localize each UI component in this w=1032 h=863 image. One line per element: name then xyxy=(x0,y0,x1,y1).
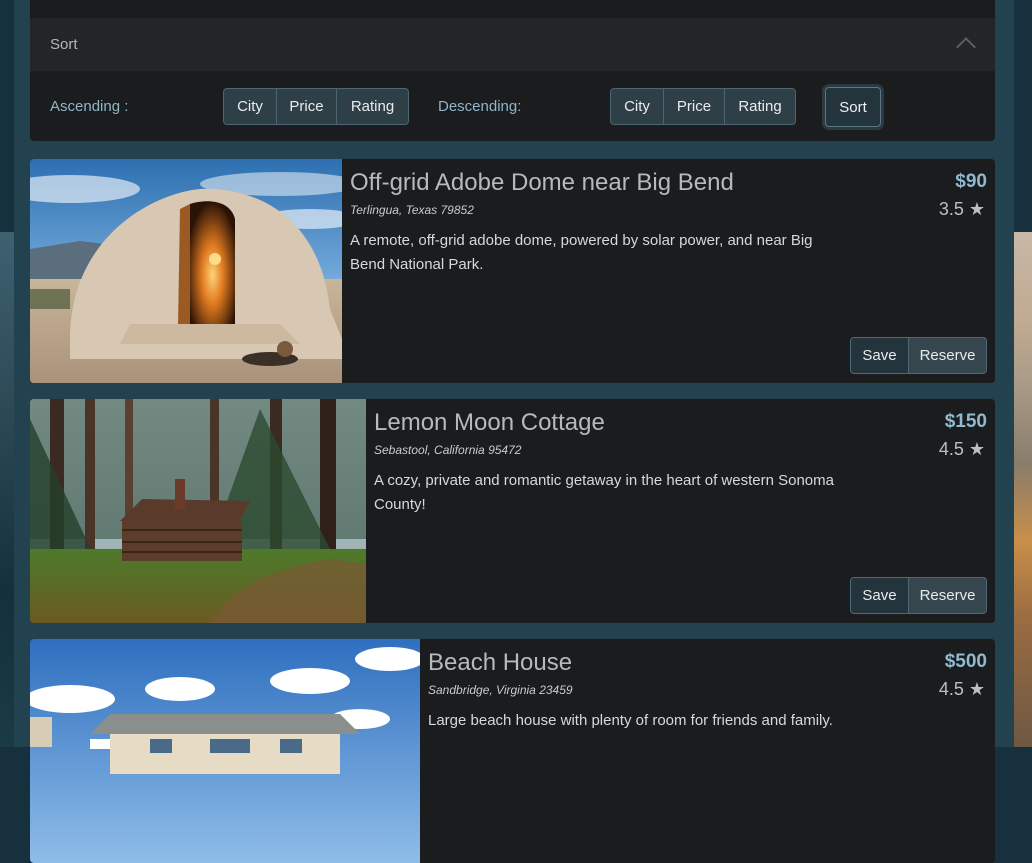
sort-panel-top-strip xyxy=(30,0,995,18)
ascending-label: Ascending : xyxy=(50,98,129,115)
main-column: Sort Ascending : City Price Rating Desce… xyxy=(14,0,1014,863)
listing-price: $90 xyxy=(955,171,987,192)
listing-photo xyxy=(30,159,342,383)
save-button[interactable]: Save xyxy=(850,577,909,614)
ascending-city-button[interactable]: City xyxy=(223,88,277,125)
sort-button[interactable]: Sort xyxy=(825,87,881,127)
adobe-dome-photo xyxy=(30,159,342,383)
descending-button-group: City Price Rating xyxy=(610,88,796,125)
listing-price: $500 xyxy=(944,651,987,672)
ascending-rating-button[interactable]: Rating xyxy=(336,88,409,125)
listing-actions: Save Reserve xyxy=(850,577,987,614)
descending-label: Descending: xyxy=(438,98,522,115)
listing-description: A cozy, private and romantic getaway in … xyxy=(374,472,834,513)
listing-card: Lemon Moon Cottage Sebastool, California… xyxy=(30,399,995,623)
sort-panel: Sort Ascending : City Price Rating Desce… xyxy=(30,0,995,141)
beach-house-photo xyxy=(30,639,420,863)
listing-title[interactable]: Beach House xyxy=(428,649,572,677)
descending-price-button[interactable]: Price xyxy=(663,88,725,125)
listing-rating: 4.5 ★ xyxy=(938,679,985,699)
listing-location: Terlingua, Texas 79852 xyxy=(350,203,474,217)
sort-panel-title: Sort xyxy=(50,36,78,53)
listing-location: Sandbridge, Virginia 23459 xyxy=(428,683,573,697)
listing-card: Beach House Sandbridge, Virginia 23459 L… xyxy=(30,639,995,863)
forest-cottage-photo xyxy=(30,399,366,623)
ascending-price-button[interactable]: Price xyxy=(276,88,337,125)
ascending-button-group: City Price Rating xyxy=(223,88,409,125)
listing-title[interactable]: Lemon Moon Cottage xyxy=(374,409,605,437)
descending-rating-button[interactable]: Rating xyxy=(724,88,796,125)
listing-rating: 4.5 ★ xyxy=(938,439,985,459)
listing-actions: Save Reserve xyxy=(850,337,987,374)
listing-rating: 3.5 ★ xyxy=(938,199,985,219)
reserve-button[interactable]: Reserve xyxy=(909,577,987,614)
listing-card: Off-grid Adobe Dome near Big Bend Terlin… xyxy=(30,159,995,383)
descending-city-button[interactable]: City xyxy=(610,88,664,125)
sort-panel-header[interactable]: Sort xyxy=(30,18,995,71)
listing-description: Large beach house with plenty of room fo… xyxy=(428,712,833,729)
listing-description: A remote, off-grid adobe dome, powered b… xyxy=(350,232,813,273)
listing-price: $150 xyxy=(944,411,987,432)
listing-location: Sebastool, California 95472 xyxy=(374,443,522,457)
listing-photo xyxy=(30,399,366,623)
listing-title[interactable]: Off-grid Adobe Dome near Big Bend xyxy=(350,169,734,197)
background-left-photo xyxy=(0,232,14,747)
reserve-button[interactable]: Reserve xyxy=(909,337,987,374)
sort-controls: Ascending : City Price Rating Descending… xyxy=(30,71,995,141)
save-button[interactable]: Save xyxy=(850,337,909,374)
listing-photo xyxy=(30,639,420,863)
chevron-up-icon[interactable] xyxy=(956,37,976,57)
